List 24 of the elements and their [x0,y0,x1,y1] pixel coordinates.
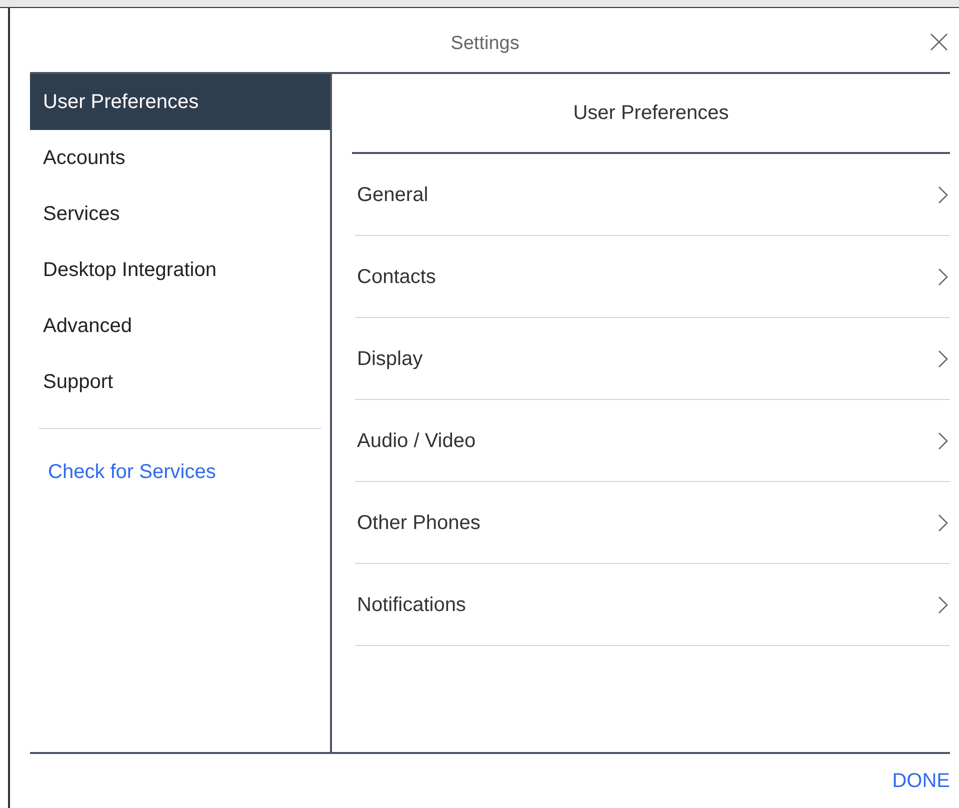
settings-row[interactable]: Contacts [355,236,950,318]
done-button[interactable]: DONE [892,766,950,796]
close-icon [929,32,949,52]
sidebar-item[interactable]: Services [30,186,330,242]
settings-row[interactable]: Other Phones [355,482,950,564]
sidebar-item[interactable]: User Preferences [30,74,330,130]
chevron-right-icon [938,432,948,450]
sidebar-item[interactable]: Desktop Integration [30,242,330,298]
content-heading: User Preferences [573,101,729,126]
chevron-right-icon [938,268,948,286]
settings-row[interactable]: General [355,154,950,236]
settings-row[interactable]: Display [355,318,950,400]
settings-row[interactable]: Audio / Video [355,400,950,482]
sidebar-item[interactable]: Support [30,354,330,410]
chevron-right-icon [938,596,948,614]
close-button[interactable] [929,32,949,52]
chevron-right-icon [938,514,948,532]
chevron-right-icon [938,186,948,204]
settings-row[interactable]: Notifications [355,564,950,646]
sidebar-item[interactable]: Advanced [30,298,330,354]
window-title: Settings [450,32,520,56]
chevron-right-icon [938,350,948,368]
check-services-link[interactable]: Check for Services [48,457,330,487]
sidebar-item[interactable]: Accounts [30,130,330,186]
